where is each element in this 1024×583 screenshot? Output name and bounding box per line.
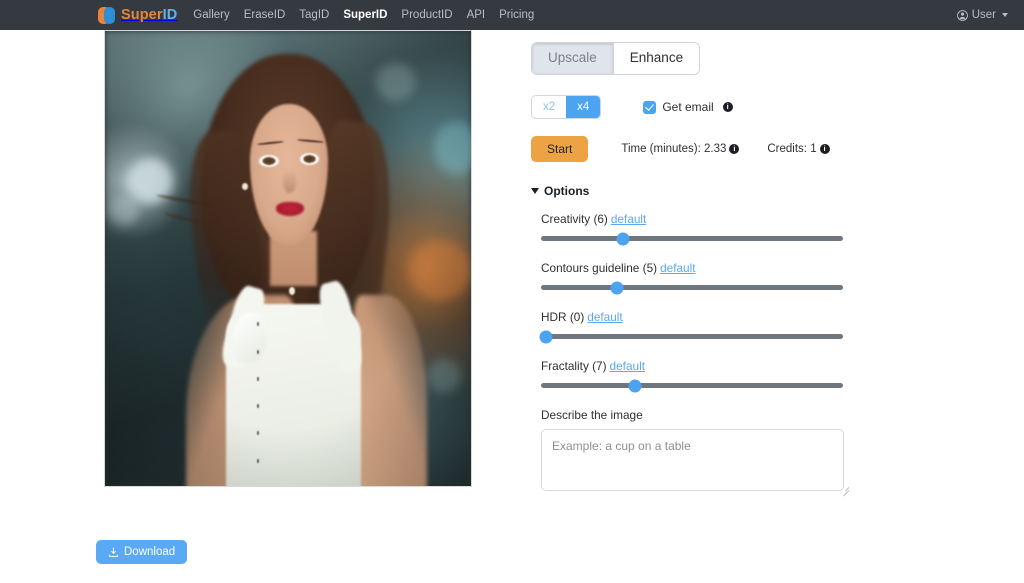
describe-image-wrapper xyxy=(531,429,861,496)
nav-link-api[interactable]: API xyxy=(467,0,486,30)
slider-fractality-track[interactable] xyxy=(541,383,843,388)
get-email-info-icon[interactable]: i xyxy=(723,102,733,112)
preview-image[interactable] xyxy=(104,30,472,487)
user-menu[interactable]: User xyxy=(957,0,1008,30)
time-estimate: Time (minutes): 2.33i xyxy=(621,143,739,155)
slider-fractality-label: Fractality (7)default xyxy=(541,359,861,373)
slider-creativity-default-link[interactable]: default xyxy=(611,212,646,226)
navbar-left: SuperID Gallery EraseID TagID SuperID Pr… xyxy=(98,0,534,30)
slider-fractality-thumb[interactable] xyxy=(628,379,641,392)
nav-link-superid[interactable]: SuperID xyxy=(343,0,387,30)
nav-links: Gallery EraseID TagID SuperID ProductID … xyxy=(193,0,534,30)
credits-cost-label: Credits: 1 xyxy=(767,143,816,155)
scale-x4-button[interactable]: x4 xyxy=(566,96,600,119)
slider-hdr-text: HDR (0) xyxy=(541,310,584,324)
navbar: SuperID Gallery EraseID TagID SuperID Pr… xyxy=(0,0,1024,30)
describe-image-label: Describe the image xyxy=(531,408,861,422)
slider-hdr-default-link[interactable]: default xyxy=(587,310,622,324)
user-menu-label: User xyxy=(972,9,996,21)
get-email-group: Get email i xyxy=(643,100,732,114)
options-toggle[interactable]: Options xyxy=(531,184,861,198)
options-label: Options xyxy=(544,184,589,198)
brand-text-id: ID xyxy=(163,7,178,23)
brand-text: SuperID xyxy=(121,7,177,23)
slider-creativity-text: Creativity (6) xyxy=(541,212,608,226)
sliders-group: Creativity (6)default Contours guideline… xyxy=(531,212,861,388)
user-circle-icon xyxy=(957,10,968,21)
time-info-icon[interactable]: i xyxy=(729,144,739,154)
nav-link-gallery[interactable]: Gallery xyxy=(193,0,229,30)
slider-fractality-text: Fractality (7) xyxy=(541,359,607,373)
download-icon xyxy=(108,547,119,558)
slider-contours-guideline-track[interactable] xyxy=(541,285,843,290)
slider-creativity-thumb[interactable] xyxy=(616,232,629,245)
get-email-checkbox[interactable] xyxy=(643,101,656,114)
slider-creativity-track[interactable] xyxy=(541,236,843,241)
slider-contours-guideline-text: Contours guideline (5) xyxy=(541,261,657,275)
describe-image-input[interactable] xyxy=(541,429,844,491)
brand-text-super: Super xyxy=(121,7,163,23)
slider-contours-guideline-thumb[interactable] xyxy=(610,281,623,294)
slider-contours-guideline-label: Contours guideline (5)default xyxy=(541,261,861,275)
slider-hdr: HDR (0)default xyxy=(541,310,861,339)
caret-down-icon xyxy=(1002,13,1008,17)
superid-logo-icon xyxy=(98,6,115,25)
page-body: Download Upscale Enhance x2 x4 Get email… xyxy=(0,30,1024,583)
tab-upscale[interactable]: Upscale xyxy=(532,43,613,74)
slider-hdr-thumb[interactable] xyxy=(540,330,553,343)
triangle-down-icon xyxy=(531,188,539,194)
slider-creativity-label: Creativity (6)default xyxy=(541,212,861,226)
control-panel: Upscale Enhance x2 x4 Get email i Start … xyxy=(531,42,861,496)
slider-hdr-track[interactable] xyxy=(541,334,843,339)
slider-fractality: Fractality (7)default xyxy=(541,359,861,388)
tab-enhance[interactable]: Enhance xyxy=(613,43,699,74)
download-button[interactable]: Download xyxy=(96,540,187,564)
scale-toggle-group: x2 x4 xyxy=(531,95,601,120)
start-button[interactable]: Start xyxy=(531,136,588,162)
scale-and-email-row: x2 x4 Get email i xyxy=(531,95,861,120)
get-email-label: Get email xyxy=(662,100,713,114)
nav-link-tagid[interactable]: TagID xyxy=(299,0,329,30)
portrait-photo xyxy=(105,31,471,486)
nav-link-pricing[interactable]: Pricing xyxy=(499,0,534,30)
slider-contours-guideline: Contours guideline (5)default xyxy=(541,261,861,290)
credits-info-icon[interactable]: i xyxy=(820,144,830,154)
scale-x2-button[interactable]: x2 xyxy=(532,96,566,119)
slider-contours-guideline-default-link[interactable]: default xyxy=(660,261,695,275)
brand-logo-link[interactable]: SuperID xyxy=(98,6,177,25)
start-row: Start Time (minutes): 2.33i Credits: 1i xyxy=(531,136,861,162)
credits-cost: Credits: 1 i xyxy=(767,143,829,155)
download-button-label: Download xyxy=(124,546,175,558)
slider-hdr-label: HDR (0)default xyxy=(541,310,861,324)
slider-creativity: Creativity (6)default xyxy=(541,212,861,241)
nav-link-eraseid[interactable]: EraseID xyxy=(244,0,286,30)
mode-toggle-group: Upscale Enhance xyxy=(531,42,700,75)
nav-link-productid[interactable]: ProductID xyxy=(401,0,452,30)
slider-fractality-default-link[interactable]: default xyxy=(610,359,645,373)
time-estimate-label: Time (minutes): 2.33 xyxy=(621,143,726,155)
